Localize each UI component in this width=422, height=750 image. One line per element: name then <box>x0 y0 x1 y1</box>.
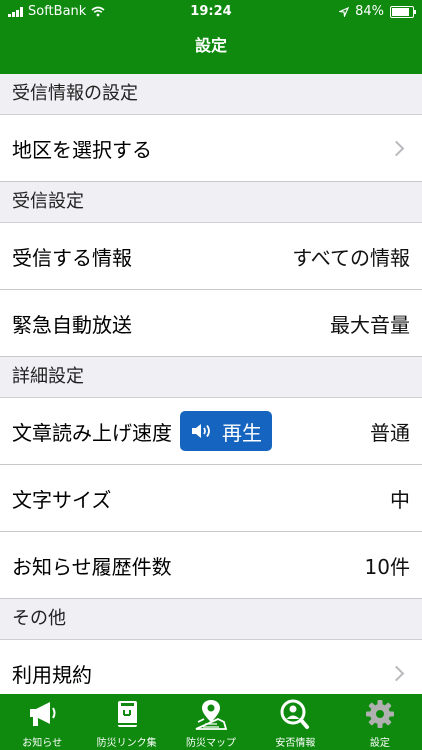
reading-speed-value: 普通 <box>370 420 410 445</box>
settings-list[interactable]: 受信情報の設定 地区を選択する 受信設定 受信する情報 すべての情報 緊急自動放… <box>0 74 422 694</box>
received-info-value: すべての情報 <box>292 245 410 270</box>
tab-safety-info[interactable]: 安否情報 <box>253 694 337 750</box>
tab-notices[interactable]: お知らせ <box>0 694 84 750</box>
map-pin-icon <box>195 700 228 730</box>
received-info-row[interactable]: 受信する情報 すべての情報 <box>0 223 422 290</box>
tab-notices-label: お知らせ <box>22 738 63 749</box>
section-header-reception-info: 受信情報の設定 <box>0 74 422 115</box>
section-header-other: その他 <box>0 599 422 640</box>
tab-disaster-map[interactable]: 防災マップ <box>169 694 253 750</box>
terms-label: 利用規約 <box>12 662 92 687</box>
play-button-label: 再生 <box>222 420 262 445</box>
font-size-value: 中 <box>390 487 410 512</box>
person-search-icon <box>280 699 310 729</box>
font-size-row[interactable]: 文字サイズ 中 <box>0 465 422 532</box>
history-count-label: お知らせ履歴件数 <box>12 554 172 579</box>
tab-disaster-links[interactable]: 防災リンク集 <box>84 694 168 750</box>
play-button[interactable]: 再生 <box>180 411 272 451</box>
tab-bar: お知らせ 防災リンク集 防災マップ 安否情報 設定 <box>0 694 422 750</box>
location-arrow-icon <box>339 6 350 17</box>
reading-speed-label: 文章読み上げ速度 <box>12 420 172 445</box>
emergency-broadcast-value: 最大音量 <box>330 312 410 337</box>
battery-level <box>392 7 409 16</box>
status-bar: SoftBank 19:24 84% <box>0 0 422 24</box>
tab-settings[interactable]: 設定 <box>338 694 422 750</box>
tab-disaster-map-label: 防災マップ <box>186 738 237 749</box>
reading-speed-row[interactable]: 文章読み上げ速度 再生 普通 <box>0 398 422 465</box>
tab-disaster-links-label: 防災リンク集 <box>96 738 157 749</box>
navigation-bar: 設定 <box>0 24 422 74</box>
terms-row[interactable]: 利用規約 <box>0 640 422 694</box>
tab-safety-info-label: 安否情報 <box>275 738 316 749</box>
chevron-right-icon <box>388 140 405 156</box>
book-icon <box>117 701 137 727</box>
status-right-group: 84% <box>339 4 416 19</box>
battery-icon <box>390 5 416 18</box>
chevron-right-icon <box>388 665 405 681</box>
gear-icon <box>365 700 394 728</box>
page-title: 設定 <box>194 36 227 55</box>
received-info-label: 受信する情報 <box>12 245 132 270</box>
battery-percent: 84% <box>355 4 384 19</box>
section-header-detail: 詳細設定 <box>0 357 422 398</box>
emergency-broadcast-row[interactable]: 緊急自動放送 最大音量 <box>0 290 422 357</box>
emergency-broadcast-label: 緊急自動放送 <box>12 312 132 337</box>
font-size-label: 文字サイズ <box>12 487 112 512</box>
history-count-row[interactable]: お知らせ履歴件数 10件 <box>0 532 422 599</box>
history-count-value: 10件 <box>364 554 410 579</box>
select-area-label: 地区を選択する <box>12 137 152 162</box>
select-area-row[interactable]: 地区を選択する <box>0 115 422 182</box>
megaphone-icon <box>30 702 56 726</box>
speaker-icon <box>192 424 210 438</box>
section-header-reception: 受信設定 <box>0 182 422 223</box>
tab-settings-label: 設定 <box>369 738 390 749</box>
